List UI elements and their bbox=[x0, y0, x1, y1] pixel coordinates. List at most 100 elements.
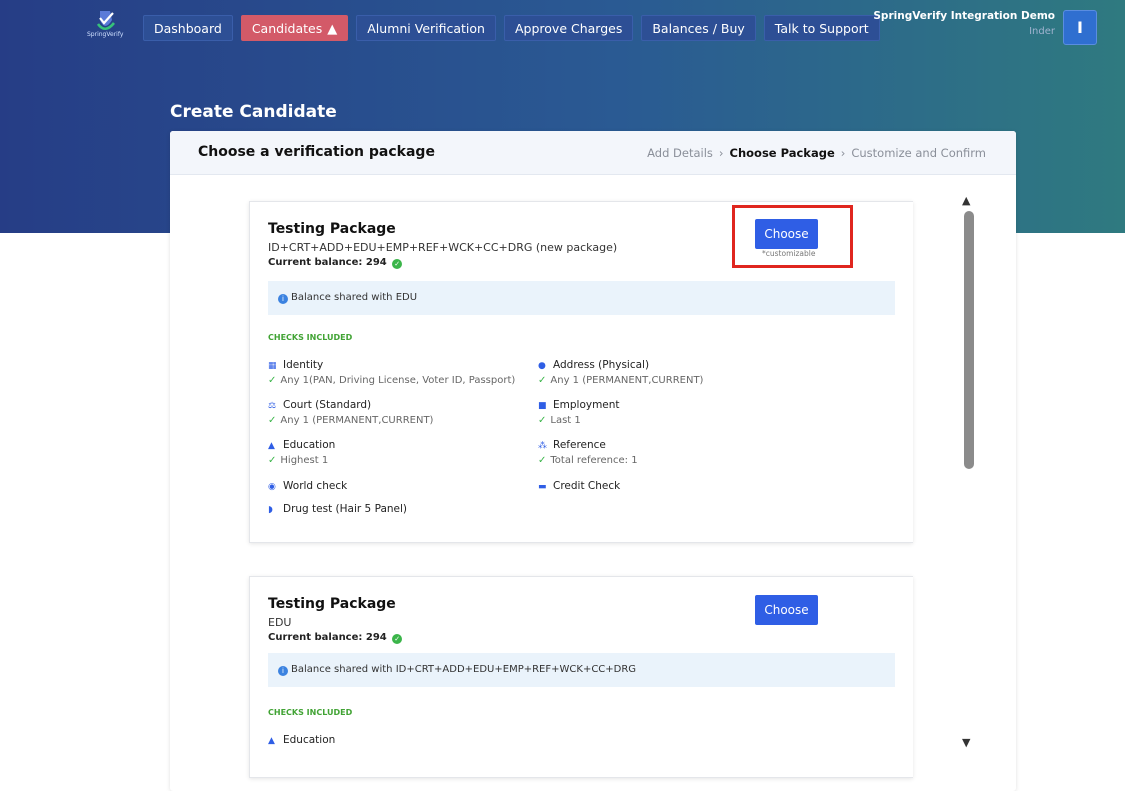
breadcrumb-steps: Add Details › Choose Package › Customize and… bbox=[647, 146, 986, 160]
briefcase-icon: ■ bbox=[538, 401, 547, 411]
check-detail-text: Highest 1 bbox=[280, 455, 329, 466]
check-detail-text: Any 1 (PERMANENT,CURRENT) bbox=[280, 415, 434, 426]
check-detail: ✓ Any 1 (PERMANENT,CURRENT) bbox=[268, 415, 538, 426]
user-name[interactable]: Inder bbox=[1029, 26, 1055, 37]
check-label: Court (Standard) bbox=[283, 399, 372, 411]
balance-label: Current balance: 294 bbox=[268, 632, 387, 643]
graduation-cap-icon: ▲ bbox=[268, 441, 275, 451]
check-label: Identity bbox=[283, 359, 324, 371]
nav-candidates[interactable]: Candidates ▲ bbox=[240, 15, 349, 41]
nav-alumni-verification[interactable]: Alumni Verification bbox=[356, 15, 496, 41]
step-separator: › bbox=[718, 146, 724, 160]
card-title: Choose a verification package bbox=[198, 144, 435, 160]
package-selection-card: Choose a verification package Add Detail… bbox=[170, 131, 1016, 791]
package-name: Testing Package bbox=[268, 596, 396, 612]
nav-balances-buy[interactable]: Balances / Buy bbox=[641, 15, 756, 41]
credit-card-icon: ▬ bbox=[538, 482, 547, 492]
check-name: ⚖ Court (Standard) bbox=[268, 399, 538, 411]
check-label: Drug test (Hair 5 Panel) bbox=[283, 503, 408, 515]
package-code: EDU bbox=[268, 616, 292, 629]
check-detail: ✓ Total reference: 1 bbox=[538, 455, 808, 466]
check-detail-text: Total reference: 1 bbox=[550, 455, 638, 466]
check-name: ▦ Identity bbox=[268, 359, 538, 371]
step-choose-package: Choose Package bbox=[729, 146, 835, 160]
checkmark-icon: ✓ bbox=[268, 375, 277, 386]
nav-dashboard[interactable]: Dashboard bbox=[143, 15, 233, 41]
graduation-cap-icon: ▲ bbox=[268, 736, 275, 746]
info-text: Balance shared with EDU bbox=[291, 292, 418, 303]
info-icon: i bbox=[278, 294, 288, 304]
package-balance: Current balance: 294 ✓ bbox=[268, 257, 403, 269]
warning-icon: ▲ bbox=[327, 22, 338, 37]
check-education: ▲ Education bbox=[268, 734, 538, 746]
scrollbar-thumb[interactable] bbox=[964, 211, 974, 469]
package-card: Testing Package EDU Current balance: 294… bbox=[249, 576, 913, 778]
step-add-details: Add Details bbox=[647, 146, 713, 160]
id-card-icon: ▦ bbox=[268, 361, 277, 371]
check-court: ⚖ Court (Standard) ✓ Any 1 (PERMANENT,CURR… bbox=[268, 399, 538, 426]
card-header: Choose a verification package Add Detail… bbox=[170, 131, 1016, 175]
step-customize-confirm: Customize and Confirm bbox=[851, 146, 986, 160]
check-world-check: ◉ World check bbox=[268, 480, 538, 492]
check-address: ● Address (Physical) ✓ Any 1 (PERMANENT,CU… bbox=[538, 359, 808, 386]
package-balance: Current balance: 294 ✓ bbox=[268, 632, 403, 644]
brand-name: SpringVerify bbox=[87, 31, 124, 38]
check-reference: ⁂ Reference ✓ Total reference: 1 bbox=[538, 439, 808, 466]
check-label: Address (Physical) bbox=[553, 359, 650, 371]
check-drug-test: ◗ Drug test (Hair 5 Panel) bbox=[268, 503, 538, 515]
check-identity: ▦ Identity ✓ Any 1(PAN, Driving License, V… bbox=[268, 359, 538, 386]
info-text: Balance shared with ID+CRT+ADD+EDU+EMP+R… bbox=[291, 664, 637, 675]
checks-included-label: CHECKS INCLUDED bbox=[268, 708, 353, 717]
balance-info-bar: i Balance shared with EDU bbox=[268, 281, 895, 315]
globe-icon: ◉ bbox=[268, 482, 276, 492]
check-employment: ■ Employment ✓ Last 1 bbox=[538, 399, 808, 426]
nav-approve-charges[interactable]: Approve Charges bbox=[503, 15, 634, 41]
balance-info-bar: i Balance shared with ID+CRT+ADD+EDU+EMP+… bbox=[268, 653, 895, 687]
check-detail: ✓ Last 1 bbox=[538, 415, 808, 426]
checkmark-icon: ✓ bbox=[268, 415, 277, 426]
highlight-box bbox=[732, 205, 853, 268]
choose-package-button[interactable]: Choose bbox=[755, 595, 818, 625]
check-education: ▲ Education ✓ Highest 1 bbox=[268, 439, 538, 466]
check-label: Education bbox=[283, 734, 336, 746]
check-label: Employment bbox=[553, 399, 620, 411]
check-detail-text: Any 1(PAN, Driving License, Voter ID, Pa… bbox=[280, 375, 516, 386]
step-separator: › bbox=[840, 146, 846, 160]
check-name: ⁂ Reference bbox=[538, 439, 808, 451]
check-label: Credit Check bbox=[553, 480, 621, 492]
package-code: ID+CRT+ADD+EDU+EMP+REF+WCK+CC+DRG (new p… bbox=[268, 241, 618, 254]
nav-candidates-label: Candidates bbox=[251, 21, 323, 36]
people-icon: ⁂ bbox=[538, 441, 547, 451]
check-circle-icon: ✓ bbox=[392, 259, 403, 269]
scroll-up-arrow-icon[interactable]: ▲ bbox=[962, 194, 970, 207]
user-org[interactable]: SpringVerify Integration Demo bbox=[873, 10, 1055, 22]
check-detail-text: Last 1 bbox=[550, 415, 581, 426]
info-icon: i bbox=[278, 666, 288, 676]
check-name: ◗ Drug test (Hair 5 Panel) bbox=[268, 503, 538, 515]
user-avatar[interactable]: I bbox=[1063, 10, 1097, 45]
checkmark-icon: ✓ bbox=[538, 375, 547, 386]
check-detail: ✓ Highest 1 bbox=[268, 455, 538, 466]
pill-icon: ◗ bbox=[268, 505, 273, 515]
check-label: World check bbox=[283, 480, 348, 492]
location-pin-icon: ● bbox=[538, 361, 546, 371]
scrollbar[interactable]: ▲ ▼ bbox=[960, 191, 976, 751]
check-detail-text: Any 1 (PERMANENT,CURRENT) bbox=[550, 375, 704, 386]
check-detail: ✓ Any 1(PAN, Driving License, Voter ID, P… bbox=[268, 375, 538, 386]
main-nav: Dashboard Candidates ▲ Alumni Verificatio… bbox=[143, 15, 880, 41]
checkmark-icon: ✓ bbox=[268, 455, 277, 466]
check-credit-check: ▬ Credit Check bbox=[538, 480, 808, 492]
package-card: Testing Package ID+CRT+ADD+EDU+EMP+REF+W… bbox=[249, 201, 913, 543]
check-name: ■ Employment bbox=[538, 399, 808, 411]
check-name: ▲ Education bbox=[268, 439, 538, 451]
checks-included-label: CHECKS INCLUDED bbox=[268, 333, 353, 342]
scroll-down-arrow-icon[interactable]: ▼ bbox=[962, 736, 970, 749]
page-title: Create Candidate bbox=[170, 102, 337, 122]
check-label: Education bbox=[283, 439, 336, 451]
package-name: Testing Package bbox=[268, 221, 396, 237]
balance-label: Current balance: 294 bbox=[268, 257, 387, 268]
nav-talk-to-support[interactable]: Talk to Support bbox=[763, 15, 880, 41]
check-name: ▲ Education bbox=[268, 734, 538, 746]
check-circle-icon: ✓ bbox=[392, 634, 403, 644]
check-detail: ✓ Any 1 (PERMANENT,CURRENT) bbox=[538, 375, 808, 386]
